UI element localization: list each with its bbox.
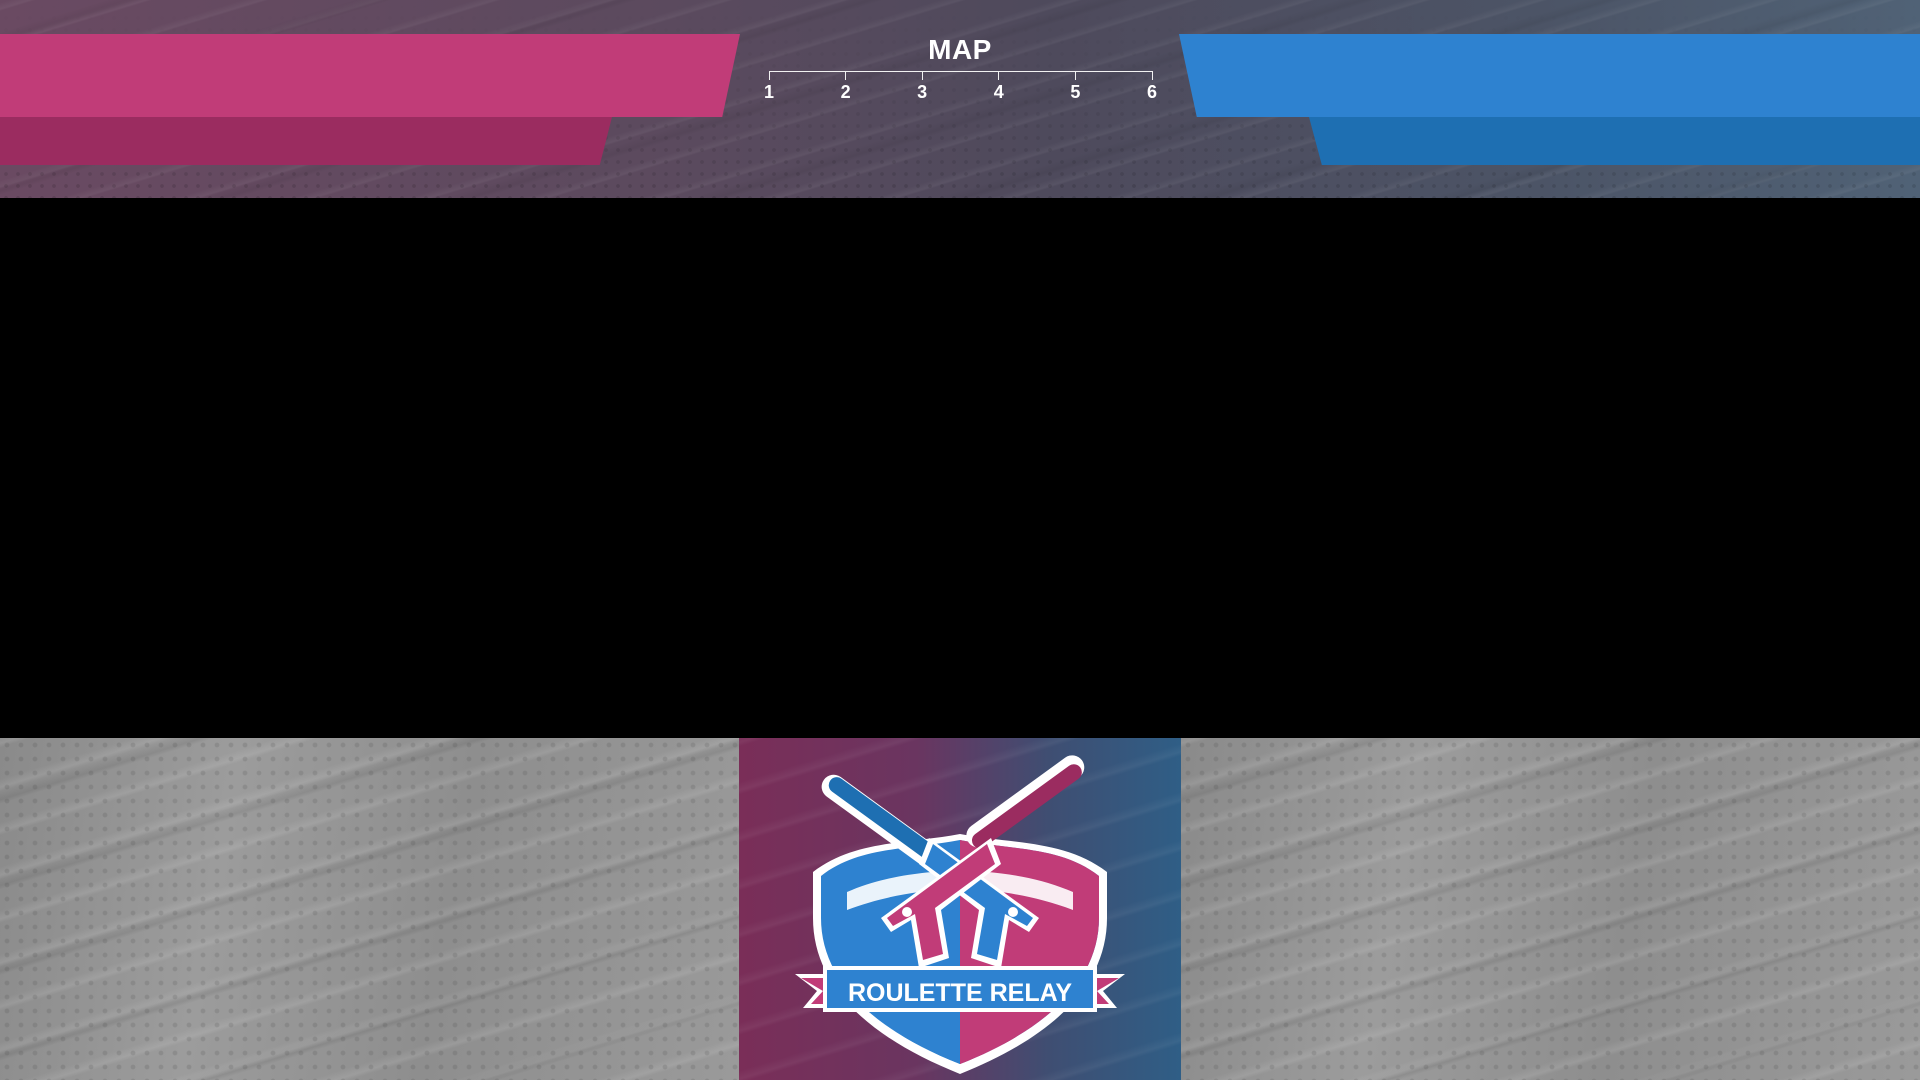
map-step-tick	[1151, 71, 1153, 80]
map-step-tick	[845, 71, 847, 80]
right-team-banner	[1179, 34, 1920, 117]
bottom-right-panel	[1181, 738, 1920, 1080]
map-step-number: 5	[1070, 82, 1081, 102]
game-feed-area	[0, 198, 1920, 738]
silencer-icon	[902, 907, 912, 917]
map-step-5: 5	[1060, 71, 1090, 103]
scoreboard-bar: MAP 1 2 3 4 5 6	[0, 0, 1920, 198]
map-step-4: 4	[984, 71, 1014, 103]
map-step-tick	[998, 71, 1000, 80]
map-step-number: 2	[840, 82, 851, 102]
map-step-number: 3	[917, 82, 928, 102]
left-team-subbanner	[0, 117, 612, 165]
map-step-3: 3	[907, 71, 937, 103]
map-step-2: 2	[831, 71, 861, 103]
map-step-number: 4	[993, 82, 1004, 102]
roulette-relay-logo: ROULETTE RELAY	[795, 755, 1125, 1074]
silencer-icon	[1008, 907, 1018, 917]
map-step-tick	[921, 71, 923, 80]
ribbon-banner: ROULETTE RELAY	[795, 966, 1125, 1012]
background-dots	[1181, 738, 1920, 1080]
map-step-number: 1	[763, 82, 774, 102]
map-step-tick	[1074, 71, 1076, 80]
logo-text: ROULETTE RELAY	[848, 979, 1072, 1007]
map-tracker: MAP 1 2 3 4 5 6	[740, 30, 1180, 120]
right-team-subbanner	[1309, 117, 1920, 165]
map-step-number: 6	[1146, 82, 1157, 102]
left-team-banner	[0, 34, 740, 117]
overlay-stage: MAP 1 2 3 4 5 6 ROULETTE RELAY	[0, 0, 1920, 1080]
map-rail	[769, 71, 1152, 72]
bottom-left-panel	[0, 738, 739, 1080]
map-step-1: 1	[754, 71, 784, 103]
map-step-6: 6	[1137, 71, 1167, 103]
map-step-tick	[768, 71, 770, 80]
map-title: MAP	[928, 34, 992, 65]
logo-panel: ROULETTE RELAY	[739, 738, 1181, 1080]
background-dots	[0, 738, 739, 1080]
